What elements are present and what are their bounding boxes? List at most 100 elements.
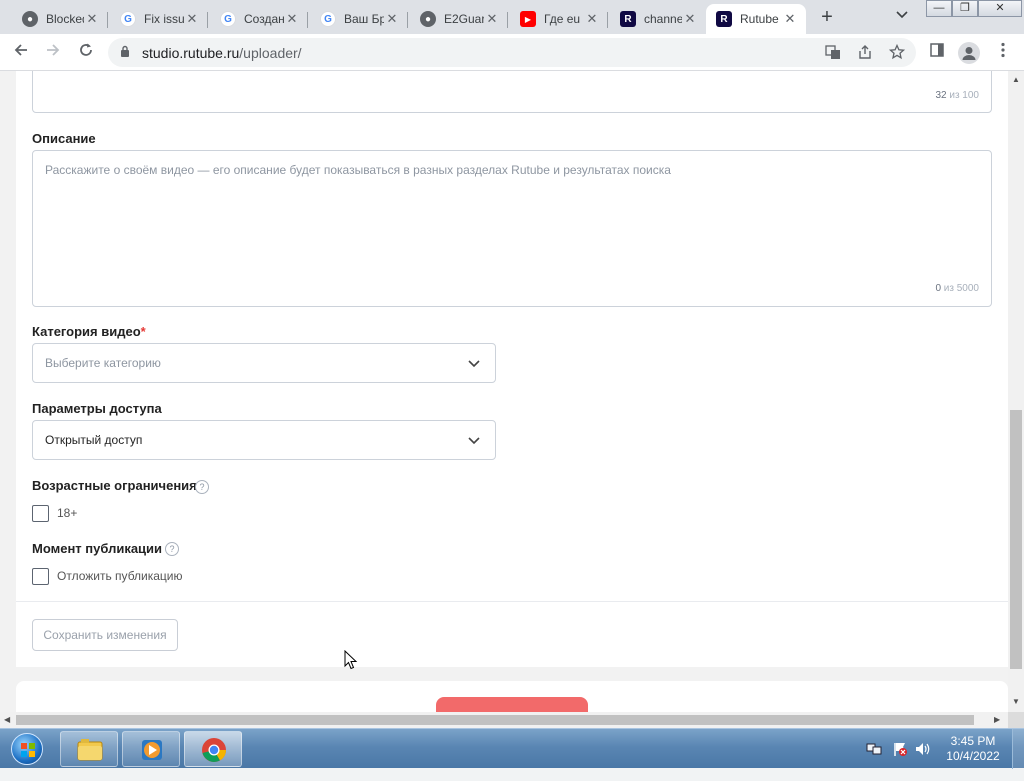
tab-title: E2Guard xyxy=(444,12,484,26)
close-tab-icon[interactable]: ✕ xyxy=(584,11,600,27)
url-text[interactable]: studio.rutube.ru/uploader/ xyxy=(142,45,302,61)
globe-icon: ● xyxy=(420,11,436,27)
tab-search-icon[interactable] xyxy=(896,8,908,22)
category-label: Категория видео* xyxy=(32,324,146,339)
system-clock[interactable]: 3:45 PM 10/4/2022 xyxy=(938,734,1008,764)
url-path: /uploader/ xyxy=(239,45,302,61)
scroll-left-icon[interactable]: ◀ xyxy=(4,715,10,724)
close-tab-icon[interactable]: ✕ xyxy=(682,11,698,27)
delay-publication-label: Отложить публикацию xyxy=(57,569,183,583)
title-input[interactable]: 32 из 100 xyxy=(32,71,992,113)
access-label: Параметры доступа xyxy=(32,401,162,416)
save-changes-button[interactable]: Сохранить изменения xyxy=(32,619,178,651)
tab-rutube-active[interactable]: R Rutube ✕ xyxy=(706,4,806,34)
tab-separator xyxy=(407,12,408,28)
access-select[interactable]: Открытый доступ xyxy=(32,420,496,460)
tab-blocked[interactable]: ● Blocked ✕ xyxy=(12,4,108,34)
windows-taskbar: 3:45 PM 10/4/2022 xyxy=(0,728,1024,769)
scroll-right-icon[interactable]: ▶ xyxy=(994,715,1000,724)
description-label: Описание xyxy=(32,131,96,146)
taskbar-chrome[interactable] xyxy=(184,731,242,767)
vertical-scrollbar[interactable]: ▲ ▼ xyxy=(1008,71,1024,712)
primary-red-button[interactable] xyxy=(436,697,588,712)
browser-toolbar: studio.rutube.ru/uploader/ xyxy=(0,34,1024,71)
start-button[interactable] xyxy=(2,730,52,768)
restore-icon[interactable]: ❐ xyxy=(952,0,978,17)
tab-title: Ваш Бр xyxy=(344,12,384,26)
clock-date: 10/4/2022 xyxy=(946,749,1000,763)
window-controls: — ❐ ✕ xyxy=(926,0,1022,18)
tab-where-eu[interactable]: ▶ Где eu ✕ xyxy=(510,4,608,34)
reload-button[interactable] xyxy=(74,41,98,65)
back-button[interactable] xyxy=(9,41,33,65)
taskbar-explorer[interactable] xyxy=(60,731,118,767)
windows-logo-icon xyxy=(11,733,43,765)
age-18-checkbox[interactable] xyxy=(32,505,49,522)
description-counter-current: 0 xyxy=(935,283,942,294)
translate-icon[interactable] xyxy=(824,44,842,62)
volume-icon[interactable] xyxy=(914,741,932,781)
upload-form-card: 32 из 100 Описание Расскажите о своём ви… xyxy=(16,71,1008,667)
category-select[interactable]: Выберите категорию xyxy=(32,343,496,383)
network-icon[interactable] xyxy=(866,741,882,781)
scrollbar-thumb[interactable] xyxy=(1010,410,1022,669)
tab-title: Rutube xyxy=(740,12,779,26)
forward-button[interactable] xyxy=(41,41,65,65)
mouse-cursor-icon xyxy=(344,650,358,670)
help-icon[interactable]: ? xyxy=(195,480,209,494)
tab-your-browser[interactable]: G Ваш Бр ✕ xyxy=(310,4,408,34)
description-textarea[interactable]: Расскажите о своём видео — его описание … xyxy=(32,150,992,307)
profile-avatar-icon[interactable] xyxy=(958,42,980,64)
description-placeholder: Расскажите о своём видео — его описание … xyxy=(45,163,671,177)
new-tab-button[interactable]: + xyxy=(815,6,839,30)
scrollbar-thumb[interactable] xyxy=(16,715,974,725)
close-window-icon[interactable]: ✕ xyxy=(978,0,1022,17)
title-counter-current: 32 xyxy=(935,90,947,101)
scrollbar-corner xyxy=(1008,712,1024,728)
help-icon[interactable]: ? xyxy=(165,542,179,556)
chevron-down-icon xyxy=(468,437,480,445)
tab-title: Создан xyxy=(244,12,284,26)
rutube-icon: R xyxy=(620,11,636,27)
menu-kebab-icon[interactable] xyxy=(992,42,1014,64)
tab-create[interactable]: G Создан ✕ xyxy=(210,4,308,34)
bookmark-star-icon[interactable] xyxy=(888,43,906,62)
chevron-down-icon xyxy=(468,360,480,368)
youtube-icon: ▶ xyxy=(520,11,536,27)
address-bar[interactable]: studio.rutube.ru/uploader/ xyxy=(108,38,916,67)
horizontal-scrollbar[interactable]: ◀ ▶ xyxy=(0,712,1008,728)
category-label-text: Категория видео xyxy=(32,324,141,339)
close-tab-icon[interactable]: ✕ xyxy=(184,11,200,27)
share-icon[interactable] xyxy=(856,44,874,62)
tab-channel[interactable]: R channe ✕ xyxy=(610,4,706,34)
action-center-flag-icon[interactable] xyxy=(892,741,908,781)
rutube-icon: R xyxy=(716,11,732,27)
category-placeholder: Выберите категорию xyxy=(45,356,161,370)
lock-icon[interactable] xyxy=(120,45,130,58)
delay-publication-checkbox[interactable] xyxy=(32,568,49,585)
show-desktop-button[interactable] xyxy=(1012,729,1024,769)
close-tab-icon[interactable]: ✕ xyxy=(84,11,100,27)
chrome-icon xyxy=(202,738,226,762)
description-char-counter: 0 из 5000 xyxy=(935,283,979,294)
minimize-icon[interactable]: — xyxy=(926,0,952,17)
tab-e2guardian[interactable]: ● E2Guard ✕ xyxy=(410,4,508,34)
globe-icon: ● xyxy=(22,11,38,27)
tab-separator xyxy=(107,12,108,28)
close-tab-icon[interactable]: ✕ xyxy=(384,11,400,27)
close-tab-icon[interactable]: ✕ xyxy=(484,11,500,27)
clock-time: 3:45 PM xyxy=(950,734,996,748)
explorer-icon xyxy=(77,739,103,761)
scroll-up-icon[interactable]: ▲ xyxy=(1012,75,1020,84)
page-viewport: 32 из 100 Описание Расскажите о своём ви… xyxy=(0,71,1008,712)
tab-fix-issue[interactable]: G Fix issu ✕ xyxy=(110,4,208,34)
tab-title: Где eu xyxy=(544,12,581,26)
side-panel-icon[interactable] xyxy=(926,42,948,64)
tab-separator xyxy=(607,12,608,28)
close-tab-icon[interactable]: ✕ xyxy=(284,11,300,27)
close-tab-icon[interactable]: ✕ xyxy=(782,11,798,27)
tab-title: Fix issu xyxy=(144,12,184,26)
taskbar-media-player[interactable] xyxy=(122,731,180,767)
scroll-down-icon[interactable]: ▼ xyxy=(1012,697,1020,706)
tab-title: Blocked xyxy=(46,12,84,26)
